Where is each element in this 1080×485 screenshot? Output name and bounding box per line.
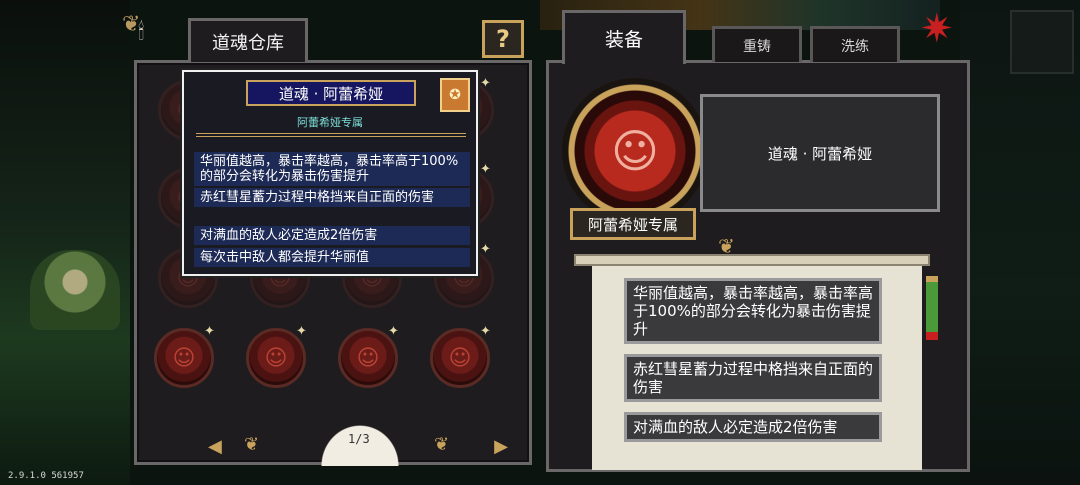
scroll-rod [574,254,930,266]
jade-pendant-icon [926,276,938,340]
page-indicator: 1/3 [348,432,370,446]
tooltip-title: 道魂 · 阿蕾希娅 [246,80,416,106]
soul-emblem: ☺ [562,78,708,224]
soul-portrait-icon: ☺ [264,345,288,371]
star-icon: ✦ [480,162,491,177]
page-navigation: ◀ ❦ 1/3 ❦ ▶ [208,422,508,470]
ornament-icon: ❦ [244,434,260,455]
pinwheel-icon: ✷ [920,6,954,52]
ornament-icon: ❦ [434,434,450,455]
soul-name: 道魂 · 阿蕾希娅 [767,144,873,163]
arrow-right-icon[interactable]: ▶ [494,436,508,457]
tooltip-effect: 赤红彗星蓄力过程中格挡来自正面的伤害 [194,188,470,207]
tab-refine[interactable]: 洗练 [810,26,900,62]
background-forest-left [0,0,130,485]
help-button[interactable]: ? [482,20,524,58]
star-icon: ✦ [480,76,491,91]
tab-soul-storage[interactable]: 道魂仓库 [188,18,308,62]
star-icon: ✦ [388,324,399,339]
star-icon: ✦ [480,242,491,257]
effect-line: 华丽值越高，暴击率越高，暴击率高于100%的部分会转化为暴击伤害提升 [624,278,882,344]
tab-reforge[interactable]: 重铸 [712,26,802,62]
corner-emblem [1010,10,1074,74]
star-badge-icon: ✪ [440,78,470,112]
soul-portrait-icon: ☺ [356,345,380,371]
arrow-left-icon[interactable]: ◀ [208,436,222,457]
tooltip-effect: 每次击中敌人都会提升华丽值 [194,248,470,267]
tooltip-effect: 对满血的敌人必定造成2倍伤害 [194,226,470,245]
equip-panel: 装备 重铸 洗练 ✷ ☺ 道魂 · 阿蕾希娅 阿蕾希娅专属 ❦ 华丽值越高，暴击… [540,6,972,474]
effect-line: 赤红彗星蓄力过程中格挡来自正面的伤害 [624,354,882,402]
tooltip-subtitle: 阿蕾希娅专属 [297,116,363,129]
star-icon: ✦ [204,324,215,339]
exclusive-tag: 阿蕾希娅专属 [570,208,696,240]
star-icon: ✦ [480,324,491,339]
tab-equip[interactable]: 装备 [562,10,686,64]
divider [196,133,466,137]
soul-portrait-icon: ☺ [448,345,472,371]
soul-name-box: 道魂 · 阿蕾希娅 [700,94,940,212]
background-plant [30,250,120,330]
tooltip-effect: 华丽值越高，暴击率越高，暴击率高于100%的部分会转化为暴击伤害提升 [194,152,470,186]
version-label: 2.9.1.0 561957 [8,471,84,481]
soul-portrait-icon: ☺ [611,124,659,178]
soul-tooltip: 道魂 · 阿蕾希娅 ✪ 阿蕾希娅专属 华丽值越高，暴击率越高，暴击率高于100%… [182,70,478,276]
candelabra-icon: 🕯 [138,20,145,45]
effect-line: 对满血的敌人必定造成2倍伤害 [624,412,882,442]
star-icon: ✦ [296,324,307,339]
soul-portrait-icon: ☺ [172,345,196,371]
